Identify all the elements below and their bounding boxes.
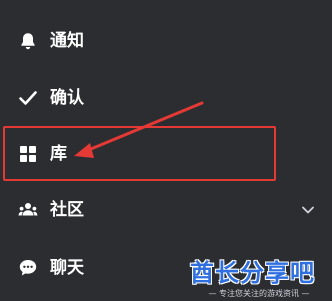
bell-icon — [21, 33, 35, 50]
community-icon — [18, 203, 38, 216]
menu-item-chat[interactable]: 聊天 — [0, 244, 332, 292]
menu-item-label: 聊天 — [50, 258, 84, 278]
menu-item-label: 库 — [50, 144, 67, 164]
chevron-down-icon[interactable] — [300, 202, 316, 218]
menu-item-notifications[interactable]: 通知 — [0, 17, 332, 65]
menu-item-label: 社区 — [50, 200, 84, 220]
grid-icon — [20, 146, 36, 162]
checkmark-icon — [19, 91, 37, 105]
menu-item-library[interactable]: 库 — [0, 130, 332, 178]
menu-item-community[interactable]: 社区 — [0, 186, 332, 234]
menu-item-confirm[interactable]: 确认 — [0, 74, 332, 122]
menu-item-label: 确认 — [50, 88, 84, 108]
chat-bubble-icon — [19, 260, 37, 276]
menu-item-label: 通知 — [50, 31, 84, 51]
navigation-menu: 通知 确认 库 社区 聊天 — [0, 0, 332, 301]
